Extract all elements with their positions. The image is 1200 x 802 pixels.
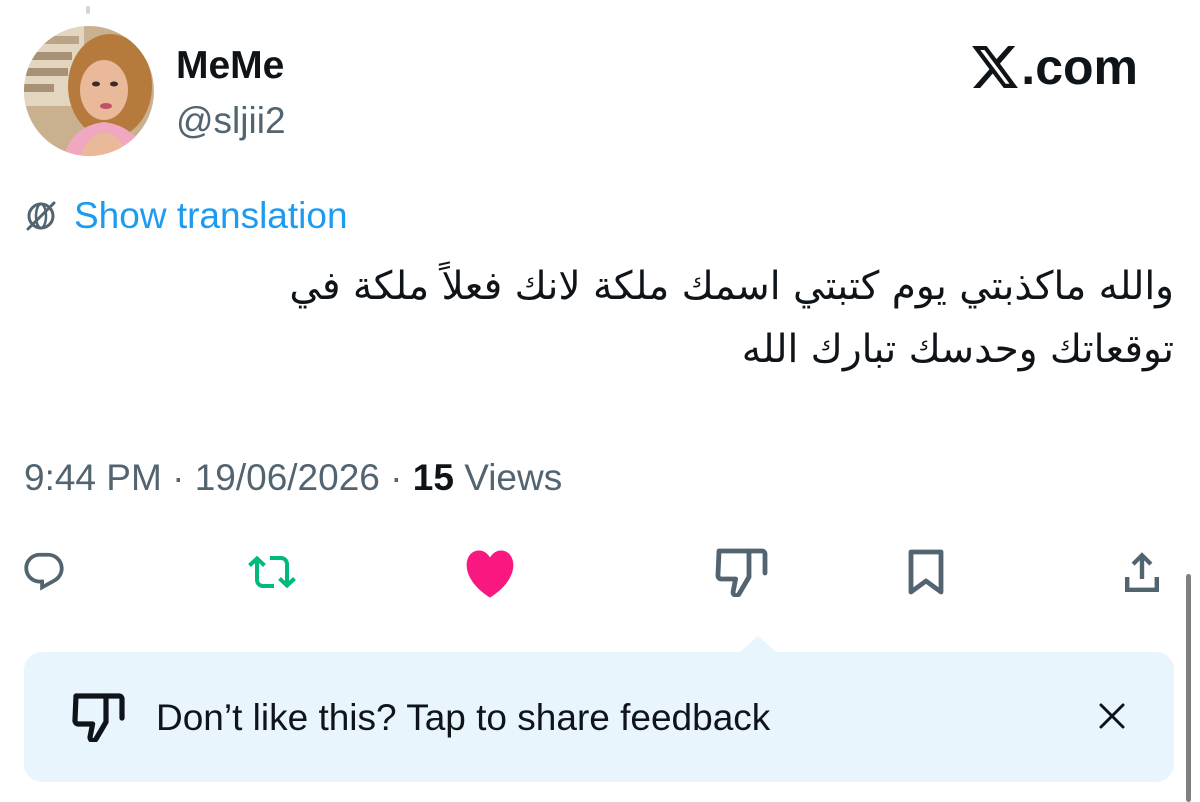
retweet-icon (248, 555, 296, 589)
tweet-time[interactable]: 9:44 PM (24, 457, 162, 498)
share-button[interactable] (1112, 542, 1172, 602)
bookmark-icon (908, 549, 944, 595)
views-count[interactable]: 15 (413, 457, 454, 498)
retweet-button[interactable] (242, 542, 302, 602)
user-handle[interactable]: @sljii2 (176, 98, 286, 144)
show-translation-button[interactable]: Show translation (24, 194, 348, 238)
feedback-thumbs-down (70, 692, 128, 747)
status-dot (86, 6, 90, 14)
feedback-message[interactable]: Don’t like this? Tap to share feedback (156, 695, 770, 741)
feedback-banner[interactable]: Don’t like this? Tap to share feedback (24, 636, 1174, 782)
tweet-date[interactable]: 19/06/2026 (195, 457, 380, 498)
like-button[interactable] (460, 542, 520, 602)
brand-logo: .com (972, 40, 1138, 94)
profile-photo (24, 26, 154, 156)
reply-button[interactable] (14, 542, 74, 602)
brand-domain: .com (1021, 39, 1138, 95)
heart-icon (466, 550, 514, 598)
share-icon (1125, 552, 1159, 592)
avatar[interactable] (24, 26, 154, 156)
scrollbar[interactable] (1186, 574, 1191, 802)
tweet-meta: 9:44 PM · 19/06/2026 · 15 Views (24, 455, 562, 501)
thumbs-down-icon (715, 548, 768, 597)
meta-separator: · (379, 457, 413, 498)
display-name[interactable]: MeMe (176, 42, 284, 90)
globe-slash-icon (26, 201, 56, 231)
thumbs-down-icon (72, 693, 125, 744)
tweet-text: والله ماكذبتي يوم كتبتي اسمك ملكة لانك ف… (289, 264, 1174, 372)
feedback-pointer (740, 636, 776, 652)
x-logo-icon (972, 46, 1019, 88)
dislike-button[interactable] (712, 542, 772, 602)
bookmark-button[interactable] (896, 542, 956, 602)
meta-separator: · (161, 457, 195, 498)
views-label: Views (453, 457, 563, 498)
show-translation-label: Show translation (74, 195, 348, 236)
close-feedback-button[interactable] (1092, 696, 1132, 736)
close-icon (1099, 703, 1125, 729)
reply-icon (24, 552, 64, 591)
